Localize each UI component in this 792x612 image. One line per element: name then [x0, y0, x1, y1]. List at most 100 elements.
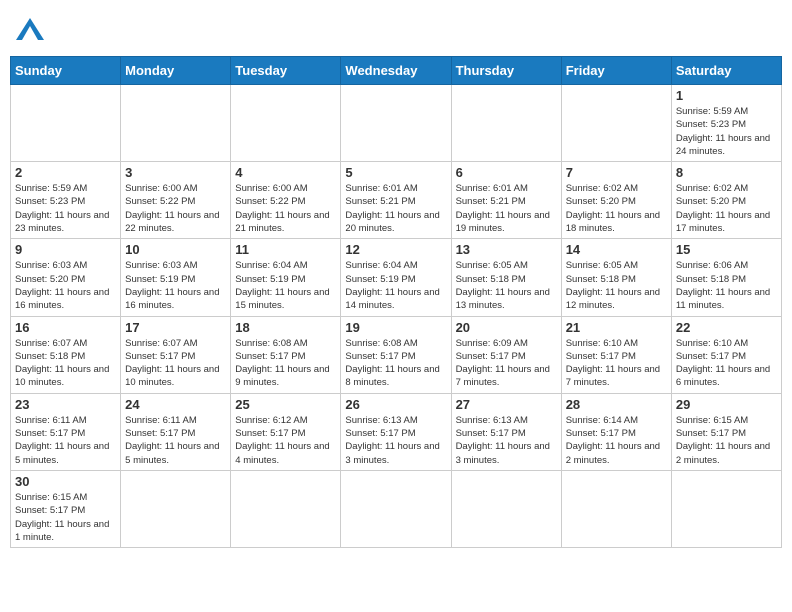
calendar-cell: [121, 85, 231, 162]
calendar-cell: [121, 470, 231, 547]
calendar-cell: [231, 470, 341, 547]
day-info: Sunrise: 6:14 AMSunset: 5:17 PMDaylight:…: [566, 414, 667, 467]
logo: [14, 18, 44, 40]
day-info: Sunrise: 6:05 AMSunset: 5:18 PMDaylight:…: [566, 259, 667, 312]
day-info: Sunrise: 6:13 AMSunset: 5:17 PMDaylight:…: [456, 414, 557, 467]
calendar-cell: 15 Sunrise: 6:06 AMSunset: 5:18 PMDayligh…: [671, 239, 781, 316]
day-info: Sunrise: 6:01 AMSunset: 5:21 PMDaylight:…: [456, 182, 557, 235]
calendar-cell: 8Sunrise: 6:02 AMSunset: 5:20 PMDaylight…: [671, 162, 781, 239]
day-number: 24: [125, 397, 226, 412]
calendar-cell: 4 Sunrise: 6:00 AMSunset: 5:22 PMDaylight…: [231, 162, 341, 239]
day-info: Sunrise: 6:08 AMSunset: 5:17 PMDaylight:…: [345, 337, 446, 390]
calendar-cell: 29 Sunrise: 6:15 AMSunset: 5:17 PMDayligh…: [671, 393, 781, 470]
calendar-cell: 26Sunrise: 6:13 AMSunset: 5:17 PMDayligh…: [341, 393, 451, 470]
calendar-cell: [341, 85, 451, 162]
day-number: 8: [676, 165, 777, 180]
column-header-tuesday: Tuesday: [231, 57, 341, 85]
calendar-cell: 23 Sunrise: 6:11 AMSunset: 5:17 PMDayligh…: [11, 393, 121, 470]
day-info: Sunrise: 6:15 AMSunset: 5:17 PMDaylight:…: [676, 414, 777, 467]
calendar-week-row: 23 Sunrise: 6:11 AMSunset: 5:17 PMDayligh…: [11, 393, 782, 470]
day-info: Sunrise: 6:00 AMSunset: 5:22 PMDaylight:…: [235, 182, 336, 235]
column-header-monday: Monday: [121, 57, 231, 85]
day-info: Sunrise: 6:06 AMSunset: 5:18 PMDaylight:…: [676, 259, 777, 312]
calendar-cell: [231, 85, 341, 162]
day-number: 20: [456, 320, 557, 335]
day-number: 28: [566, 397, 667, 412]
day-number: 12: [345, 242, 446, 257]
day-info: Sunrise: 6:04 AMSunset: 5:19 PMDaylight:…: [235, 259, 336, 312]
day-number: 15: [676, 242, 777, 257]
logo-icon: [16, 18, 44, 40]
calendar-cell: [341, 470, 451, 547]
day-number: 17: [125, 320, 226, 335]
day-info: Sunrise: 6:03 AMSunset: 5:19 PMDaylight:…: [125, 259, 226, 312]
calendar-cell: 21Sunrise: 6:10 AMSunset: 5:17 PMDayligh…: [561, 316, 671, 393]
calendar-cell: [451, 85, 561, 162]
day-number: 3: [125, 165, 226, 180]
day-number: 5: [345, 165, 446, 180]
day-info: Sunrise: 6:11 AMSunset: 5:17 PMDaylight:…: [125, 414, 226, 467]
calendar-cell: 27 Sunrise: 6:13 AMSunset: 5:17 PMDayligh…: [451, 393, 561, 470]
calendar-body: 1 Sunrise: 5:59 AMSunset: 5:23 PMDaylight…: [11, 85, 782, 548]
day-number: 27: [456, 397, 557, 412]
calendar-cell: 30Sunrise: 6:15 AMSunset: 5:17 PMDayligh…: [11, 470, 121, 547]
page-header: [10, 10, 782, 48]
calendar-week-row: 2 Sunrise: 5:59 AMSunset: 5:23 PMDaylight…: [11, 162, 782, 239]
calendar-cell: 28 Sunrise: 6:14 AMSunset: 5:17 PMDayligh…: [561, 393, 671, 470]
calendar-cell: [451, 470, 561, 547]
calendar-cell: 11Sunrise: 6:04 AMSunset: 5:19 PMDayligh…: [231, 239, 341, 316]
calendar-cell: 5 Sunrise: 6:01 AMSunset: 5:21 PMDaylight…: [341, 162, 451, 239]
day-info: Sunrise: 6:01 AMSunset: 5:21 PMDaylight:…: [345, 182, 446, 235]
calendar-cell: 9 Sunrise: 6:03 AMSunset: 5:20 PMDaylight…: [11, 239, 121, 316]
day-info: Sunrise: 6:04 AMSunset: 5:19 PMDaylight:…: [345, 259, 446, 312]
calendar-cell: [671, 470, 781, 547]
day-number: 7: [566, 165, 667, 180]
calendar-cell: 3 Sunrise: 6:00 AMSunset: 5:22 PMDaylight…: [121, 162, 231, 239]
calendar-cell: 1 Sunrise: 5:59 AMSunset: 5:23 PMDaylight…: [671, 85, 781, 162]
day-number: 2: [15, 165, 116, 180]
column-header-wednesday: Wednesday: [341, 57, 451, 85]
day-number: 29: [676, 397, 777, 412]
day-number: 1: [676, 88, 777, 103]
calendar-cell: 2 Sunrise: 5:59 AMSunset: 5:23 PMDaylight…: [11, 162, 121, 239]
calendar-cell: 7Sunrise: 6:02 AMSunset: 5:20 PMDaylight…: [561, 162, 671, 239]
calendar-header-row: SundayMondayTuesdayWednesdayThursdayFrid…: [11, 57, 782, 85]
calendar-cell: 12 Sunrise: 6:04 AMSunset: 5:19 PMDayligh…: [341, 239, 451, 316]
day-number: 25: [235, 397, 336, 412]
calendar-cell: 19 Sunrise: 6:08 AMSunset: 5:17 PMDayligh…: [341, 316, 451, 393]
day-number: 23: [15, 397, 116, 412]
calendar-cell: 22Sunrise: 6:10 AMSunset: 5:17 PMDayligh…: [671, 316, 781, 393]
calendar-cell: [561, 470, 671, 547]
day-number: 13: [456, 242, 557, 257]
calendar-cell: 14 Sunrise: 6:05 AMSunset: 5:18 PMDayligh…: [561, 239, 671, 316]
day-number: 4: [235, 165, 336, 180]
calendar-week-row: 9 Sunrise: 6:03 AMSunset: 5:20 PMDaylight…: [11, 239, 782, 316]
calendar-cell: 20 Sunrise: 6:09 AMSunset: 5:17 PMDayligh…: [451, 316, 561, 393]
calendar-cell: 6 Sunrise: 6:01 AMSunset: 5:21 PMDaylight…: [451, 162, 561, 239]
calendar-cell: [561, 85, 671, 162]
day-info: Sunrise: 6:07 AMSunset: 5:17 PMDaylight:…: [125, 337, 226, 390]
day-info: Sunrise: 6:09 AMSunset: 5:17 PMDaylight:…: [456, 337, 557, 390]
calendar-week-row: 30Sunrise: 6:15 AMSunset: 5:17 PMDayligh…: [11, 470, 782, 547]
calendar-cell: 13 Sunrise: 6:05 AMSunset: 5:18 PMDayligh…: [451, 239, 561, 316]
calendar-cell: 16Sunrise: 6:07 AMSunset: 5:18 PMDayligh…: [11, 316, 121, 393]
day-info: Sunrise: 5:59 AMSunset: 5:23 PMDaylight:…: [676, 105, 777, 158]
day-number: 18: [235, 320, 336, 335]
day-info: Sunrise: 6:03 AMSunset: 5:20 PMDaylight:…: [15, 259, 116, 312]
day-info: Sunrise: 5:59 AMSunset: 5:23 PMDaylight:…: [15, 182, 116, 235]
calendar-cell: [11, 85, 121, 162]
day-info: Sunrise: 6:05 AMSunset: 5:18 PMDaylight:…: [456, 259, 557, 312]
day-info: Sunrise: 6:11 AMSunset: 5:17 PMDaylight:…: [15, 414, 116, 467]
day-info: Sunrise: 6:00 AMSunset: 5:22 PMDaylight:…: [125, 182, 226, 235]
day-info: Sunrise: 6:15 AMSunset: 5:17 PMDaylight:…: [15, 491, 116, 544]
day-number: 6: [456, 165, 557, 180]
calendar-cell: 18 Sunrise: 6:08 AMSunset: 5:17 PMDayligh…: [231, 316, 341, 393]
day-number: 9: [15, 242, 116, 257]
day-number: 22: [676, 320, 777, 335]
day-info: Sunrise: 6:07 AMSunset: 5:18 PMDaylight:…: [15, 337, 116, 390]
calendar-week-row: 1 Sunrise: 5:59 AMSunset: 5:23 PMDaylight…: [11, 85, 782, 162]
day-number: 19: [345, 320, 446, 335]
day-info: Sunrise: 6:08 AMSunset: 5:17 PMDaylight:…: [235, 337, 336, 390]
column-header-thursday: Thursday: [451, 57, 561, 85]
day-number: 14: [566, 242, 667, 257]
